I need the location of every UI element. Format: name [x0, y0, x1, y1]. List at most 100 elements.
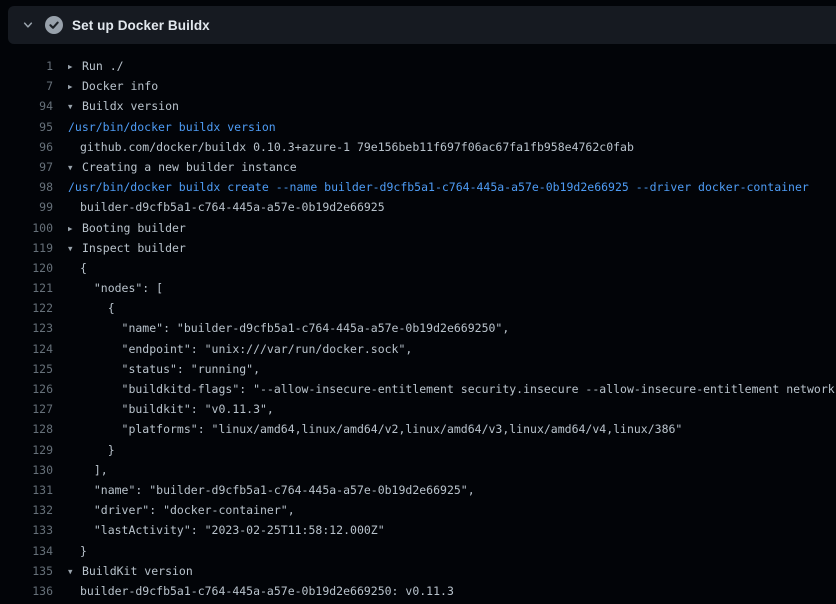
log-line: 129 } — [0, 440, 836, 460]
log-output-text: } — [68, 440, 836, 460]
line-number[interactable]: 100 — [0, 218, 53, 238]
log-group-header[interactable]: ▼ Creating a new builder instance — [68, 157, 836, 177]
log-line: 7 ▶ Docker info — [0, 76, 836, 96]
log-group-header[interactable]: ▶ Run ./ — [68, 56, 836, 76]
log-line: 134} — [0, 541, 836, 561]
log-command-text: /usr/bin/docker buildx create --name bui… — [68, 177, 836, 197]
log-line: 133 "lastActivity": "2023-02-25T11:58:12… — [0, 520, 836, 540]
log-output-text: "endpoint": "unix:///var/run/docker.sock… — [68, 339, 836, 359]
triangle-down-icon[interactable]: ▼ — [68, 158, 78, 177]
line-number[interactable]: 94 — [0, 96, 53, 116]
line-number[interactable]: 122 — [0, 298, 53, 318]
group-title: Inspect builder — [82, 241, 186, 255]
chevron-down-icon[interactable] — [21, 18, 35, 32]
line-number[interactable]: 95 — [0, 117, 53, 137]
triangle-down-icon[interactable]: ▼ — [68, 562, 78, 581]
log-line: 95/usr/bin/docker buildx version — [0, 117, 836, 137]
group-title: Run ./ — [82, 59, 124, 73]
line-number[interactable]: 7 — [0, 76, 53, 96]
log-output-text: "nodes": [ — [68, 278, 836, 298]
group-title: BuildKit version — [82, 564, 193, 578]
line-number[interactable]: 125 — [0, 359, 53, 379]
log-line: 120{ — [0, 258, 836, 278]
log-line: 128 "platforms": "linux/amd64,linux/amd6… — [0, 419, 836, 439]
log-line: 119 ▼ Inspect builder — [0, 238, 836, 258]
log-line: 126 "buildkitd-flags": "--allow-insecure… — [0, 379, 836, 399]
log-line: 98/usr/bin/docker buildx create --name b… — [0, 177, 836, 197]
group-title: Creating a new builder instance — [82, 160, 297, 174]
log-line: 131 "name": "builder-d9cfb5a1-c764-445a-… — [0, 480, 836, 500]
line-number[interactable]: 97 — [0, 157, 53, 177]
check-circle-icon — [45, 16, 63, 34]
log-group-header[interactable]: ▼ BuildKit version — [68, 561, 836, 581]
log-line: 1 ▶ Run ./ — [0, 56, 836, 76]
log-output-text: github.com/docker/buildx 0.10.3+azure-1 … — [68, 137, 836, 157]
log-command-text: /usr/bin/docker buildx version — [68, 117, 836, 137]
log-group-header[interactable]: ▼ Buildx version — [68, 96, 836, 116]
line-number[interactable]: 119 — [0, 238, 53, 258]
line-number[interactable]: 136 — [0, 581, 53, 601]
log-line: 96 github.com/docker/buildx 0.10.3+azure-… — [0, 137, 836, 157]
log-line: 125 "status": "running", — [0, 359, 836, 379]
actions-log-viewer: { "header": { "title": "Set up Docker Bu… — [0, 0, 836, 604]
log-line: 135 ▼ BuildKit version — [0, 561, 836, 581]
triangle-down-icon[interactable]: ▼ — [68, 239, 78, 258]
log-line: 122 { — [0, 298, 836, 318]
group-title: Buildx version — [82, 99, 179, 113]
log-line: 127 "buildkit": "v0.11.3", — [0, 399, 836, 419]
line-number[interactable]: 126 — [0, 379, 53, 399]
log-output-text: "buildkitd-flags": "--allow-insecure-ent… — [68, 379, 836, 399]
log-output-text: ], — [68, 460, 836, 480]
log-output-text: "name": "builder-d9cfb5a1-c764-445a-a57e… — [68, 318, 836, 338]
log-output-text: } — [68, 541, 836, 561]
triangle-right-icon[interactable]: ▶ — [68, 57, 78, 76]
line-number[interactable]: 129 — [0, 440, 53, 460]
log-output-text: "driver": "docker-container", — [68, 500, 836, 520]
log-line: 130 ], — [0, 460, 836, 480]
line-number[interactable]: 120 — [0, 258, 53, 278]
log-output-text: "buildkit": "v0.11.3", — [68, 399, 836, 419]
log-output-text: builder-d9cfb5a1-c764-445a-a57e-0b19d2e6… — [68, 197, 836, 217]
group-title: Docker info — [82, 79, 158, 93]
log-output-text: "platforms": "linux/amd64,linux/amd64/v2… — [68, 419, 836, 439]
log-group-header[interactable]: ▶ Docker info — [68, 76, 836, 96]
line-number[interactable]: 128 — [0, 419, 53, 439]
line-number[interactable]: 123 — [0, 318, 53, 338]
line-number[interactable]: 132 — [0, 500, 53, 520]
group-title: Booting builder — [82, 221, 186, 235]
line-number[interactable]: 96 — [0, 137, 53, 157]
log-output-text: "status": "running", — [68, 359, 836, 379]
log-output-text: "lastActivity": "2023-02-25T11:58:12.000… — [68, 520, 836, 540]
log-output-text: { — [68, 298, 836, 318]
log-area: 1 ▶ Run ./ 7 ▶ Docker info 94 ▼ Buildx version 95… — [0, 44, 836, 604]
line-number[interactable]: 124 — [0, 339, 53, 359]
step-header[interactable]: Set up Docker Buildx — [8, 6, 836, 44]
log-output-text: builder-d9cfb5a1-c764-445a-a57e-0b19d2e6… — [68, 581, 836, 601]
log-line: 94 ▼ Buildx version — [0, 96, 836, 116]
line-number[interactable]: 133 — [0, 520, 53, 540]
log-line: 100 ▶ Booting builder — [0, 218, 836, 238]
line-number[interactable]: 98 — [0, 177, 53, 197]
log-line: 97 ▼ Creating a new builder instance — [0, 157, 836, 177]
line-number[interactable]: 99 — [0, 197, 53, 217]
line-number[interactable]: 134 — [0, 541, 53, 561]
log-line: 124 "endpoint": "unix:///var/run/docker.… — [0, 339, 836, 359]
line-number[interactable]: 1 — [0, 56, 53, 76]
log-line: 123 "name": "builder-d9cfb5a1-c764-445a-… — [0, 318, 836, 338]
log-group-header[interactable]: ▶ Booting builder — [68, 218, 836, 238]
triangle-right-icon[interactable]: ▶ — [68, 219, 78, 238]
log-line: 99 builder-d9cfb5a1-c764-445a-a57e-0b19d2… — [0, 197, 836, 217]
log-line: 132 "driver": "docker-container", — [0, 500, 836, 520]
line-number[interactable]: 135 — [0, 561, 53, 581]
line-number[interactable]: 130 — [0, 460, 53, 480]
log-line: 136 builder-d9cfb5a1-c764-445a-a57e-0b19d… — [0, 581, 836, 601]
line-number[interactable]: 121 — [0, 278, 53, 298]
line-number[interactable]: 131 — [0, 480, 53, 500]
step-title: Set up Docker Buildx — [72, 18, 210, 33]
log-line: 121 "nodes": [ — [0, 278, 836, 298]
triangle-right-icon[interactable]: ▶ — [68, 77, 78, 96]
log-group-header[interactable]: ▼ Inspect builder — [68, 238, 836, 258]
triangle-down-icon[interactable]: ▼ — [68, 97, 78, 116]
line-number[interactable]: 127 — [0, 399, 53, 419]
log-output-text: "name": "builder-d9cfb5a1-c764-445a-a57e… — [68, 480, 836, 500]
